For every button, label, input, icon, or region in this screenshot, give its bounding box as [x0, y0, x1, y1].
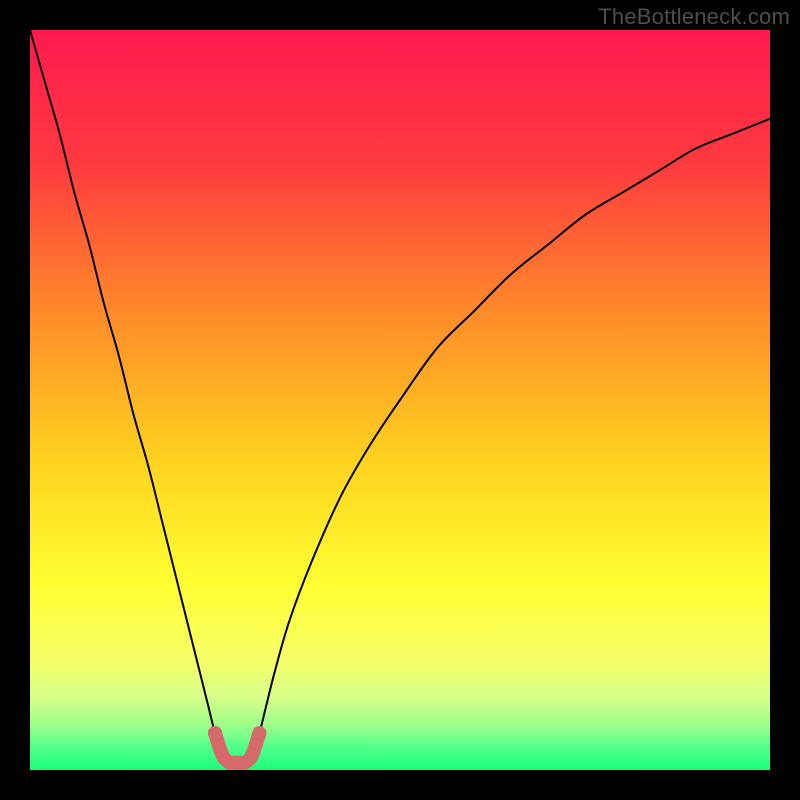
plot-area: [30, 30, 770, 770]
optimal-zone-cap-left: [208, 726, 222, 740]
optimal-zone-cap-right: [252, 726, 266, 740]
chart-svg: [30, 30, 770, 770]
chart-frame: TheBottleneck.com: [0, 0, 800, 800]
watermark-text: TheBottleneck.com: [598, 4, 790, 30]
